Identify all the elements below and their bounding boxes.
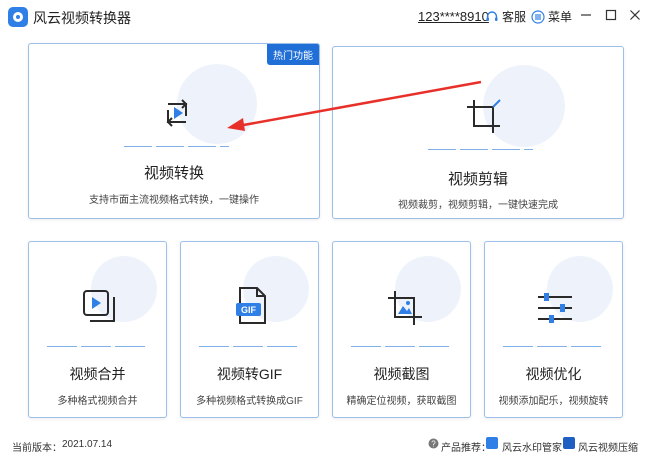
product-compress-link[interactable]: 风云视频压缩 (578, 439, 638, 454)
help-icon: ? (428, 438, 439, 449)
svg-text:?: ? (431, 440, 436, 449)
recommend-label: 产品推荐： (441, 443, 491, 454)
product-watermark-link[interactable]: 风云水印管家 (502, 439, 562, 454)
version-value: 2021.07.14 (62, 439, 113, 450)
version-label: 当前版本： (12, 443, 62, 454)
watermark-app-icon (486, 437, 498, 449)
status-bar: 当前版本： 2021.07.14 ? 产品推荐： 风云水印管家 风云视频压缩 (0, 433, 650, 457)
annotation-arrow-icon (227, 80, 482, 131)
compress-app-icon (563, 437, 575, 449)
